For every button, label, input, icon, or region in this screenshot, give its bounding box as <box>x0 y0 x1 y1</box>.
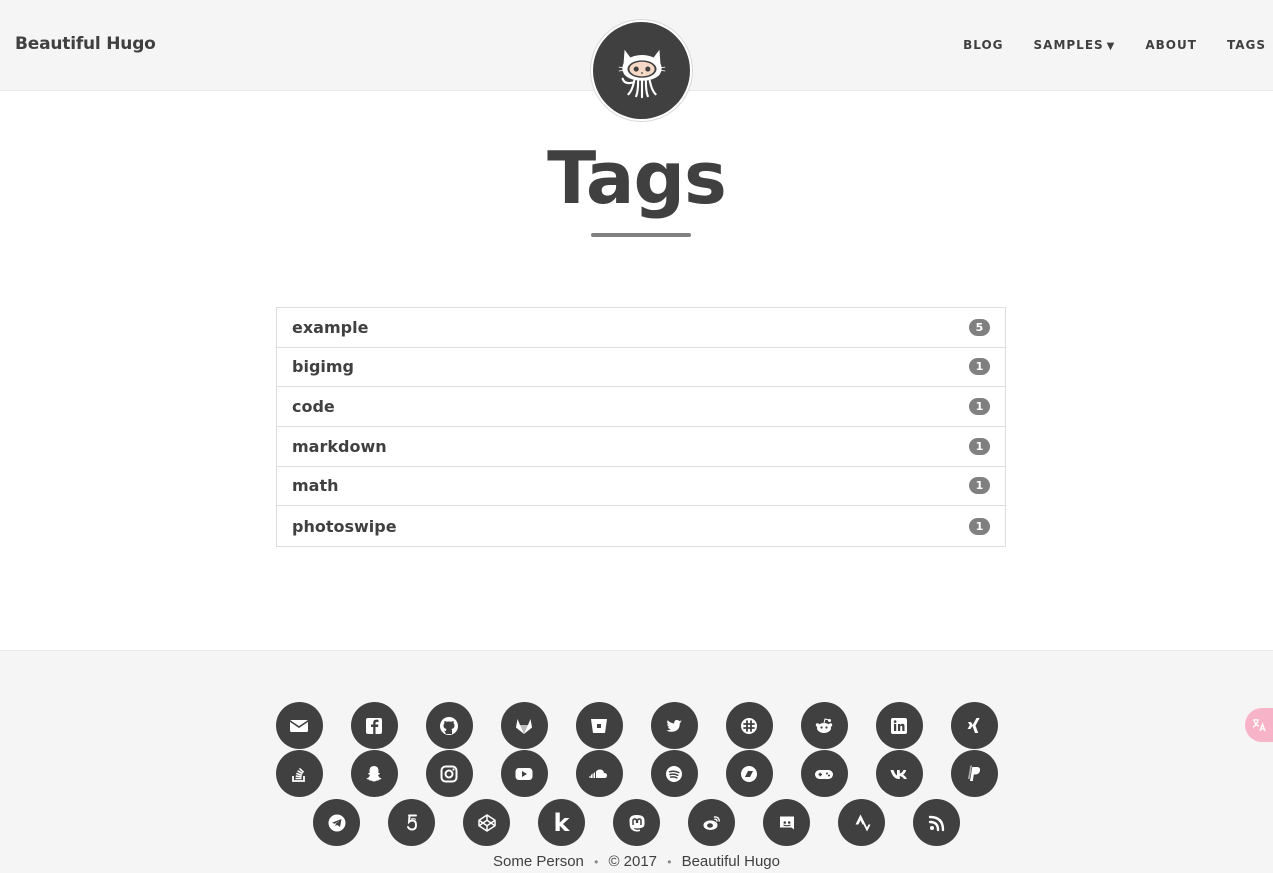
bitbucket-icon[interactable] <box>575 702 623 749</box>
avatar[interactable] <box>590 19 693 122</box>
separator: • <box>594 855 599 869</box>
spotify-icon[interactable] <box>650 750 698 797</box>
tag-item-markdown[interactable]: markdown 1 <box>277 427 1005 467</box>
title-underline <box>591 233 691 237</box>
youtube-icon[interactable] <box>500 750 548 797</box>
discord-icon[interactable] <box>763 799 810 846</box>
translate-icon[interactable] <box>1245 708 1273 742</box>
tag-name: example <box>292 317 369 337</box>
tag-item-example[interactable]: example 5 <box>277 308 1005 348</box>
copyright-line: Some Person • © 2017 • Beautiful Hugo <box>0 853 1273 870</box>
brand-link[interactable]: Beautiful Hugo <box>15 34 156 54</box>
tag-count-badge: 1 <box>969 358 990 376</box>
tag-count-badge: 1 <box>969 517 990 535</box>
tag-count-badge: 5 <box>969 318 990 336</box>
tag-name: math <box>292 476 339 496</box>
strava-icon[interactable] <box>838 799 885 846</box>
nav-tags[interactable]: TAGS <box>1212 38 1266 52</box>
tag-item-photoswipe[interactable]: photoswipe 1 <box>277 506 1005 546</box>
gitlab-icon[interactable] <box>500 702 548 749</box>
codepen-icon[interactable] <box>463 799 510 846</box>
page-title: Tags <box>547 136 727 220</box>
500px-icon[interactable] <box>388 799 435 846</box>
kaggle-icon[interactable]: k <box>538 799 585 846</box>
soundcloud-icon[interactable] <box>575 750 623 797</box>
nav-links: BLOG SAMPLES ▼ ABOUT TAGS <box>948 38 1266 52</box>
footer: k Some Person • © 2017 • Beautiful Hugo <box>0 650 1273 873</box>
social-row-1 <box>0 702 1273 749</box>
tag-count-badge: 1 <box>969 398 990 416</box>
social-row-2 <box>0 750 1273 797</box>
tag-item-code[interactable]: code 1 <box>277 387 1005 427</box>
nav-samples-label: SAMPLES <box>1033 38 1104 52</box>
social-row-3: k <box>0 799 1273 846</box>
mastodon-icon[interactable] <box>613 799 660 846</box>
theme-link[interactable]: Beautiful Hugo <box>682 853 780 870</box>
nav-blog[interactable]: BLOG <box>948 38 1018 52</box>
copyright-year: © 2017 <box>608 853 658 870</box>
linkedin-icon[interactable] <box>875 702 923 749</box>
xing-icon[interactable] <box>950 702 998 749</box>
vk-icon[interactable] <box>875 750 923 797</box>
stackoverflow-icon[interactable] <box>275 750 323 797</box>
tag-name: photoswipe <box>292 516 397 536</box>
tag-name: markdown <box>292 436 387 456</box>
caret-down-icon: ▼ <box>1106 41 1116 52</box>
nav-about[interactable]: ABOUT <box>1130 38 1212 52</box>
telegram-icon[interactable] <box>313 799 360 846</box>
author-link[interactable]: Some Person <box>493 853 584 870</box>
reddit-icon[interactable] <box>800 702 848 749</box>
instagram-icon[interactable] <box>425 750 473 797</box>
rss-icon[interactable] <box>913 799 960 846</box>
tag-item-bigimg[interactable]: bigimg 1 <box>277 348 1005 388</box>
tag-item-math[interactable]: math 1 <box>277 467 1005 507</box>
github-icon[interactable] <box>425 702 473 749</box>
tag-count-badge: 1 <box>969 437 990 455</box>
itch-io-icon[interactable] <box>800 750 848 797</box>
snapchat-icon[interactable] <box>350 750 398 797</box>
tag-name: code <box>292 397 335 417</box>
paypal-icon[interactable] <box>950 750 998 797</box>
facebook-icon[interactable] <box>350 702 398 749</box>
bandcamp-icon[interactable] <box>725 750 773 797</box>
nav-samples-dropdown[interactable]: SAMPLES ▼ <box>1019 38 1131 52</box>
tag-name: bigimg <box>292 357 354 377</box>
email-icon[interactable] <box>275 702 323 749</box>
slack-icon[interactable] <box>725 702 773 749</box>
kaggle-letter: k <box>553 808 570 837</box>
separator: • <box>667 855 672 869</box>
tag-list: example 5 bigimg 1 code 1 markdown 1 mat… <box>276 307 1006 547</box>
octocat-icon <box>593 22 690 119</box>
twitter-icon[interactable] <box>650 702 698 749</box>
tag-count-badge: 1 <box>969 477 990 495</box>
weibo-icon[interactable] <box>688 799 735 846</box>
